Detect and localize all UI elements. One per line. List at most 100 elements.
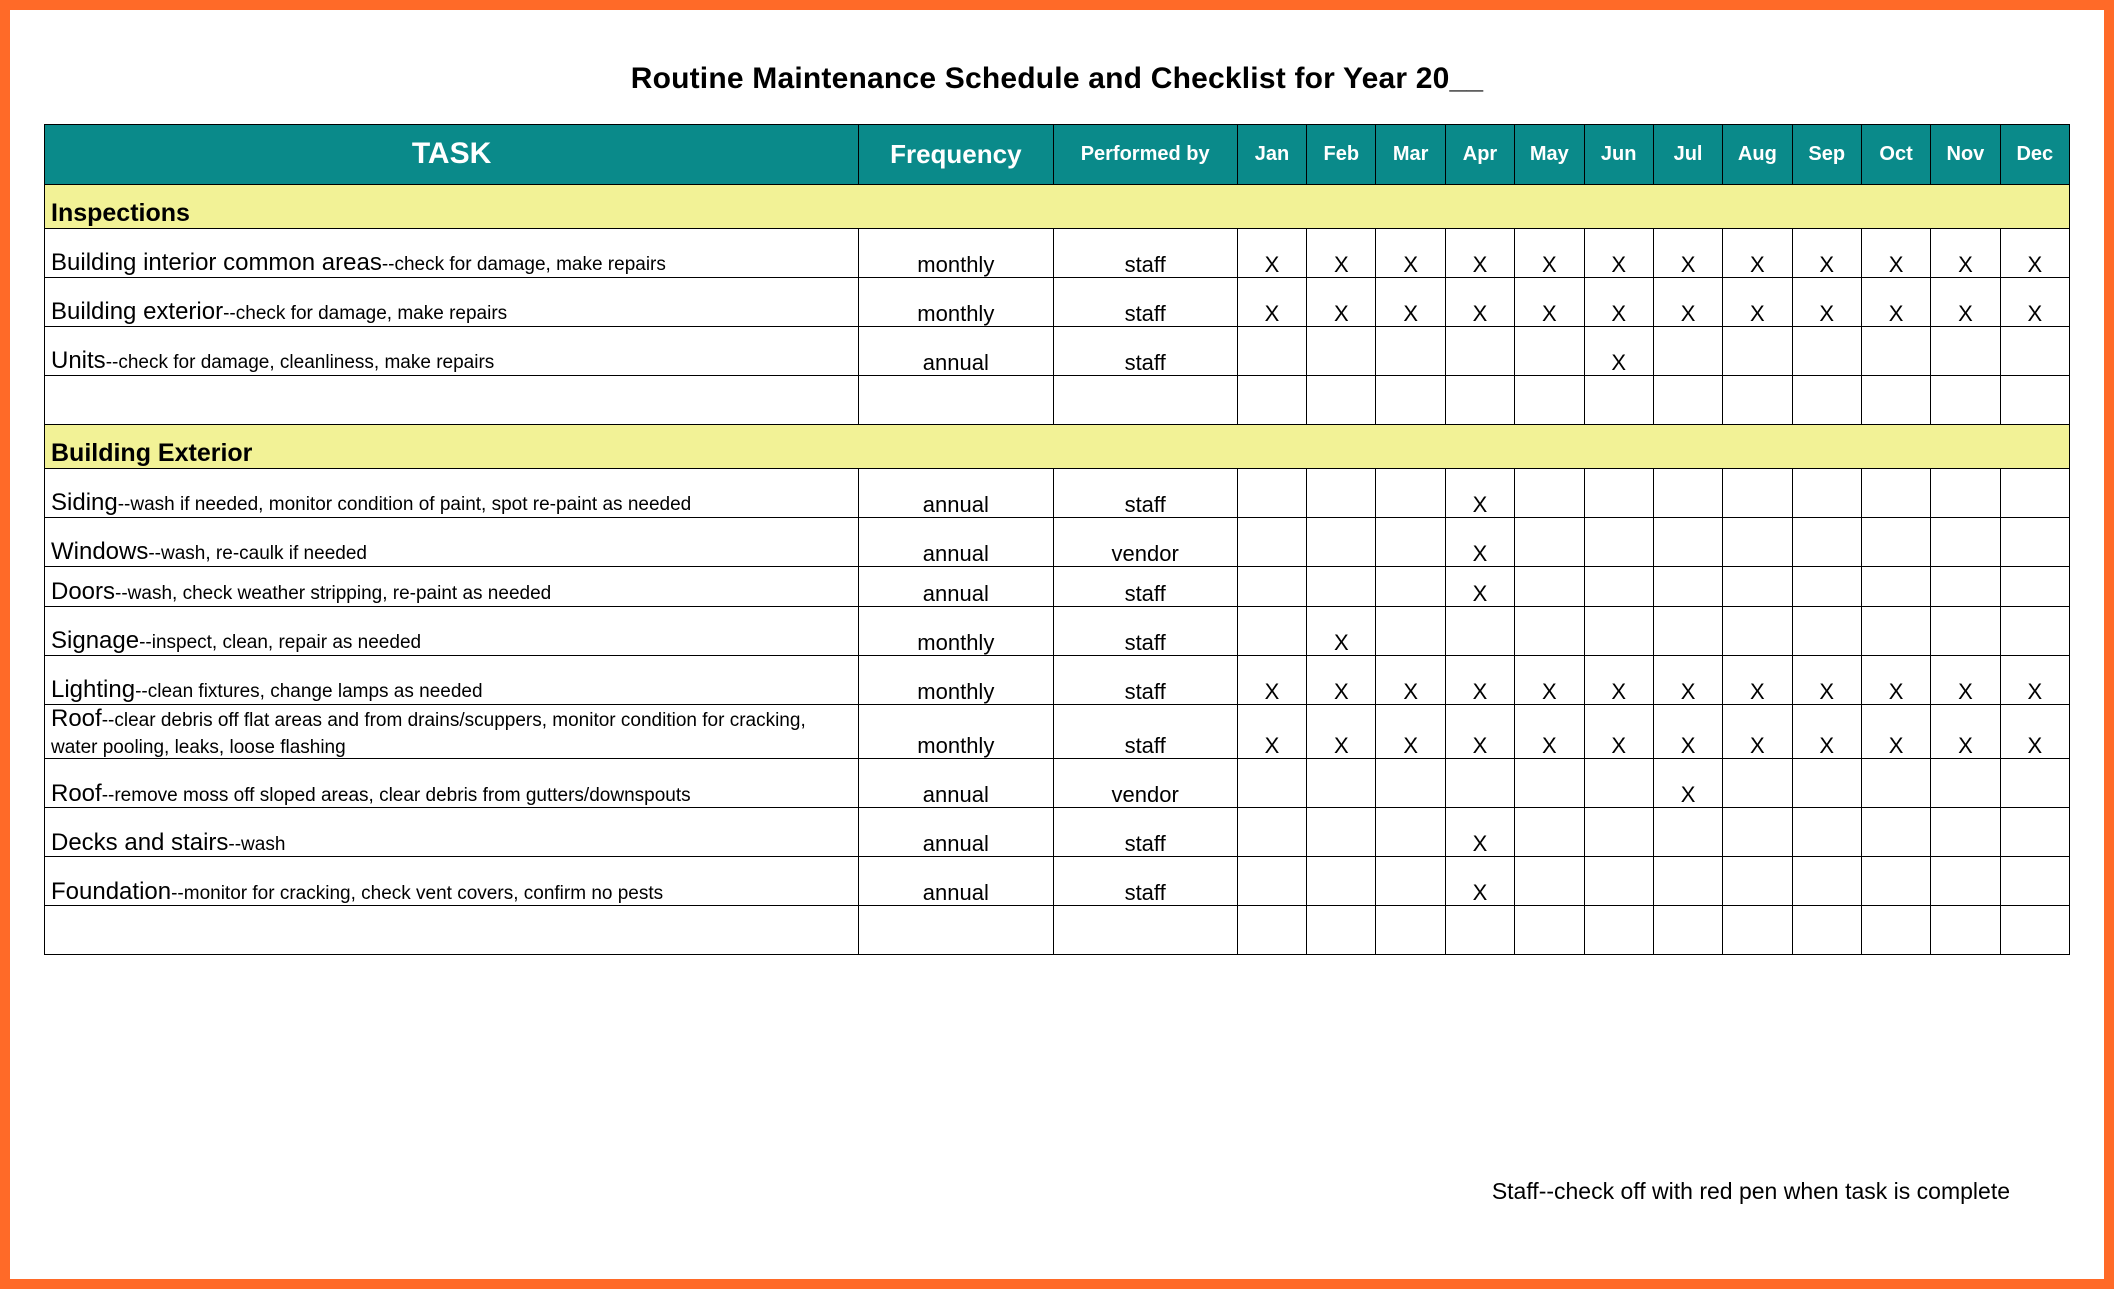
month-cell (1653, 469, 1722, 518)
month-cell: X (1792, 656, 1861, 705)
task-cell: Doors--wash, check weather stripping, re… (45, 567, 859, 607)
task-desc: --wash if needed, monitor condition of p… (118, 494, 692, 515)
month-cell (1792, 518, 1861, 567)
task-desc: --wash (228, 834, 285, 855)
month-cell (1307, 857, 1376, 906)
month-cell: X (1307, 656, 1376, 705)
performed-by-cell: staff (1053, 567, 1237, 607)
table-row: Doors--wash, check weather stripping, re… (45, 567, 2070, 607)
blank-cell (1584, 376, 1653, 425)
blank-cell (2000, 376, 2069, 425)
table-row: Siding--wash if needed, monitor conditio… (45, 469, 2070, 518)
month-cell (1653, 857, 1722, 906)
task-name: Units (51, 347, 106, 374)
month-cell: X (1237, 656, 1306, 705)
month-cell (1376, 469, 1445, 518)
table-row: Building interior common areas--check fo… (45, 229, 2070, 278)
task-desc: --clear debris off flat areas and from d… (51, 710, 806, 758)
task-desc: --monitor for cracking, check vent cover… (171, 883, 663, 904)
month-cell (1445, 607, 1514, 656)
header-month-jan: Jan (1237, 125, 1306, 185)
month-cell: X (1861, 278, 1930, 327)
task-desc: --remove moss off sloped areas, clear de… (102, 785, 691, 806)
blank-cell (1053, 376, 1237, 425)
month-cell (2000, 327, 2069, 376)
frequency-cell: annual (859, 469, 1053, 518)
task-name: Foundation (51, 878, 171, 905)
month-cell (1931, 327, 2000, 376)
blank-cell (1307, 906, 1376, 955)
performed-by-cell: staff (1053, 607, 1237, 656)
task-name: Siding (51, 489, 118, 516)
blank-cell (1237, 376, 1306, 425)
blank-cell (1861, 906, 1930, 955)
table-row: Lighting--clean fixtures, change lamps a… (45, 656, 2070, 705)
blank-row (45, 906, 2070, 955)
section-header-row: Building Exterior (45, 425, 2070, 469)
blank-cell (1445, 906, 1514, 955)
header-month-dec: Dec (2000, 125, 2069, 185)
performed-by-cell: staff (1053, 857, 1237, 906)
header-month-jul: Jul (1653, 125, 1722, 185)
blank-cell (1053, 906, 1237, 955)
blank-cell (859, 906, 1053, 955)
month-cell: X (1861, 705, 1930, 759)
header-month-aug: Aug (1723, 125, 1792, 185)
blank-cell (1515, 376, 1584, 425)
month-cell: X (1723, 705, 1792, 759)
month-cell (1723, 518, 1792, 567)
month-cell: X (1653, 705, 1722, 759)
page-content: Routine Maintenance Schedule and Checkli… (44, 62, 2070, 1303)
task-name: Roof (51, 780, 102, 807)
task-desc: --wash, re-caulk if needed (148, 543, 367, 564)
task-name: Building interior common areas (51, 249, 382, 276)
footer-note: Staff--check off with red pen when task … (1492, 1178, 2010, 1205)
performed-by-cell: staff (1053, 705, 1237, 759)
frequency-cell: monthly (859, 656, 1053, 705)
month-cell (1515, 857, 1584, 906)
task-name: Lighting (51, 676, 135, 703)
month-cell: X (1445, 278, 1514, 327)
month-cell: X (1445, 518, 1514, 567)
month-cell (1931, 808, 2000, 857)
task-desc: --check for damage, make repairs (382, 254, 666, 275)
blank-cell (1723, 376, 1792, 425)
task-cell: Decks and stairs--wash (45, 808, 859, 857)
month-cell: X (2000, 705, 2069, 759)
blank-cell (1515, 906, 1584, 955)
month-cell (1307, 518, 1376, 567)
month-cell (1376, 518, 1445, 567)
month-cell (1515, 469, 1584, 518)
month-cell (1792, 759, 1861, 808)
month-cell: X (1792, 705, 1861, 759)
month-cell: X (2000, 229, 2069, 278)
task-cell: Siding--wash if needed, monitor conditio… (45, 469, 859, 518)
month-cell: X (1584, 229, 1653, 278)
month-cell (1792, 567, 1861, 607)
month-cell (1653, 567, 1722, 607)
blank-cell (1931, 376, 2000, 425)
performed-by-cell: staff (1053, 327, 1237, 376)
table-row: Foundation--monitor for cracking, check … (45, 857, 2070, 906)
frequency-cell: annual (859, 327, 1053, 376)
month-cell (1792, 327, 1861, 376)
frequency-cell: monthly (859, 607, 1053, 656)
month-cell (1584, 759, 1653, 808)
blank-cell (1376, 906, 1445, 955)
blank-cell (1792, 376, 1861, 425)
month-cell: X (1307, 229, 1376, 278)
month-cell: X (1584, 705, 1653, 759)
blank-cell (1931, 906, 2000, 955)
month-cell (1376, 857, 1445, 906)
month-cell (1861, 567, 1930, 607)
month-cell: X (1307, 607, 1376, 656)
month-cell (1237, 567, 1306, 607)
month-cell (1237, 518, 1306, 567)
month-cell (1376, 327, 1445, 376)
month-cell (1653, 327, 1722, 376)
task-desc: --inspect, clean, repair as needed (139, 632, 421, 653)
task-cell: Windows--wash, re-caulk if needed (45, 518, 859, 567)
task-desc: --check for damage, make repairs (223, 303, 507, 324)
month-cell: X (1723, 656, 1792, 705)
performed-by-cell: staff (1053, 229, 1237, 278)
